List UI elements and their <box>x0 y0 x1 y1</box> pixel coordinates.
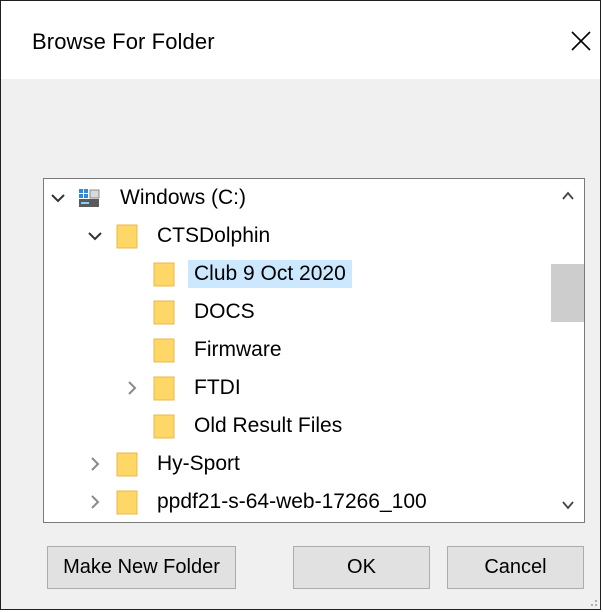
chevron-down-icon[interactable] <box>48 188 68 208</box>
folder-icon <box>153 262 175 287</box>
chevron-right-icon[interactable] <box>85 454 105 474</box>
tree-item-label: CTSDolphin <box>157 224 271 247</box>
tree-item-label: Club 9 Oct 2020 <box>188 260 352 288</box>
vertical-scrollbar[interactable] <box>551 179 584 522</box>
title-bar[interactable]: Browse For Folder <box>1 1 600 79</box>
folder-icon <box>116 452 138 477</box>
folder-icon <box>116 224 138 249</box>
tree-item[interactable]: Windows (C:) <box>44 179 549 217</box>
browse-for-folder-dialog: Browse For Folder Windows (C:) CTSDolphin… <box>0 0 601 610</box>
tree-item-label: Windows (C:) <box>120 186 247 209</box>
cancel-button[interactable]: Cancel <box>447 546 584 589</box>
tree-item[interactable]: Firmware <box>44 331 549 369</box>
make-new-folder-button[interactable]: Make New Folder <box>47 546 236 589</box>
scroll-down-button[interactable] <box>557 494 579 516</box>
folder-icon <box>153 300 175 325</box>
close-icon <box>571 31 591 51</box>
folder-tree[interactable]: Windows (C:) CTSDolphin Club 9 Oct 2020 DOC… <box>43 178 585 523</box>
scroll-thumb[interactable] <box>551 264 584 322</box>
tree-item-label: FTDI <box>194 376 241 399</box>
tree-item[interactable]: ppdf21-s-64-web-17266_100 <box>44 483 549 521</box>
tree-item-label: Firmware <box>194 338 282 361</box>
folder-icon <box>153 414 175 439</box>
resize-grip-icon[interactable] <box>588 597 598 607</box>
tree-item[interactable]: Club 9 Oct 2020 <box>44 255 549 293</box>
scroll-up-button[interactable] <box>557 185 579 207</box>
chevron-down-icon <box>562 501 574 510</box>
folder-icon <box>153 376 175 401</box>
dialog-title: Browse For Folder <box>32 29 215 54</box>
tree-item[interactable]: Old Result Files <box>44 407 549 445</box>
chevron-down-icon[interactable] <box>85 226 105 246</box>
tree-item[interactable]: FTDI <box>44 369 549 407</box>
tree-item-label: ppdf21-s-64-web-17266_100 <box>157 490 427 513</box>
tree-item[interactable]: Hy-Sport <box>44 445 549 483</box>
chevron-right-icon[interactable] <box>85 492 105 512</box>
ok-button[interactable]: OK <box>293 546 430 589</box>
close-button[interactable] <box>567 27 595 55</box>
tree-item-label: DOCS <box>194 300 255 323</box>
drive-icon <box>79 189 100 207</box>
chevron-right-icon[interactable] <box>122 378 142 398</box>
tree-item[interactable]: CTSDolphin <box>44 217 549 255</box>
folder-icon <box>153 338 175 363</box>
folder-icon <box>116 490 138 515</box>
tree-item-label: Hy-Sport <box>157 452 240 475</box>
tree-item[interactable]: DOCS <box>44 293 549 331</box>
chevron-up-icon <box>562 191 574 200</box>
tree-item-label: Old Result Files <box>194 414 343 437</box>
